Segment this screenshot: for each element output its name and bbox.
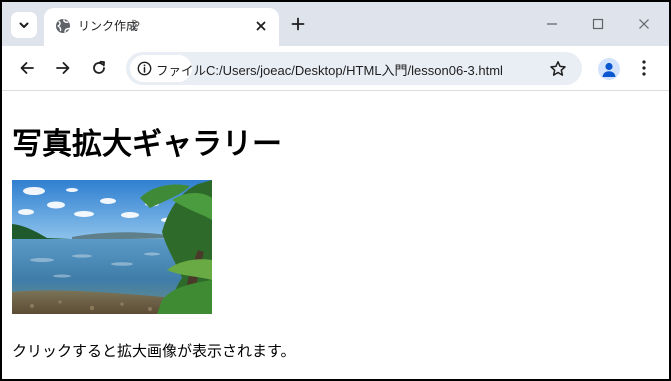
forward-icon	[56, 62, 70, 74]
lake-photo[interactable]	[12, 180, 212, 314]
forward-button[interactable]	[52, 57, 74, 79]
close-icon	[639, 19, 649, 29]
person-icon	[602, 62, 616, 77]
minimize-icon	[547, 23, 557, 25]
maximize-icon	[592, 18, 604, 30]
address-bar[interactable]: ファイル C:/Users/joeac/Desktop/HTML入門/lesso…	[126, 52, 582, 85]
page-title: 写真拡大ギャラリー	[12, 127, 282, 162]
url-text[interactable]: C:/Users/joeac/Desktop/HTML入門/lesson06-3…	[206, 60, 503, 79]
back-icon	[20, 62, 34, 74]
close-icon	[256, 21, 266, 31]
profile-avatar[interactable]	[598, 58, 620, 80]
browser-window: リンク作成 ファイル C:/Users/joeac/Desktop/HTML入門…	[0, 0, 671, 381]
menu-button[interactable]	[634, 57, 654, 79]
info-icon	[137, 61, 152, 76]
new-tab-button[interactable]	[288, 14, 308, 34]
browser-toolbar: ファイル C:/Users/joeac/Desktop/HTML入門/lesso…	[2, 46, 669, 91]
tab-strip: リンク作成	[2, 2, 669, 46]
caption-text: クリックすると拡大画像が表示されます。	[12, 342, 296, 360]
reload-icon	[93, 60, 105, 74]
globe-icon	[56, 19, 71, 33]
page-content: 写真拡大ギャラリー クリックすると拡大画像が表示されます。	[2, 92, 669, 379]
chevron-down-icon	[19, 22, 29, 28]
more-vert-icon	[642, 60, 646, 76]
tab-close-button[interactable]	[252, 17, 270, 35]
site-info-chip[interactable]: ファイル	[130, 55, 206, 82]
reload-button[interactable]	[88, 57, 110, 79]
tab-search-button[interactable]	[11, 12, 37, 38]
link-icon	[130, 21, 140, 31]
minimize-button[interactable]	[541, 13, 563, 35]
window-close-button[interactable]	[633, 13, 655, 35]
tab-active[interactable]: リンク作成	[44, 8, 279, 46]
maximize-button[interactable]	[587, 13, 609, 35]
site-label: ファイル	[156, 63, 207, 78]
plus-icon	[291, 17, 305, 31]
bookmark-star-icon[interactable]	[549, 60, 567, 78]
back-button[interactable]	[16, 57, 38, 79]
